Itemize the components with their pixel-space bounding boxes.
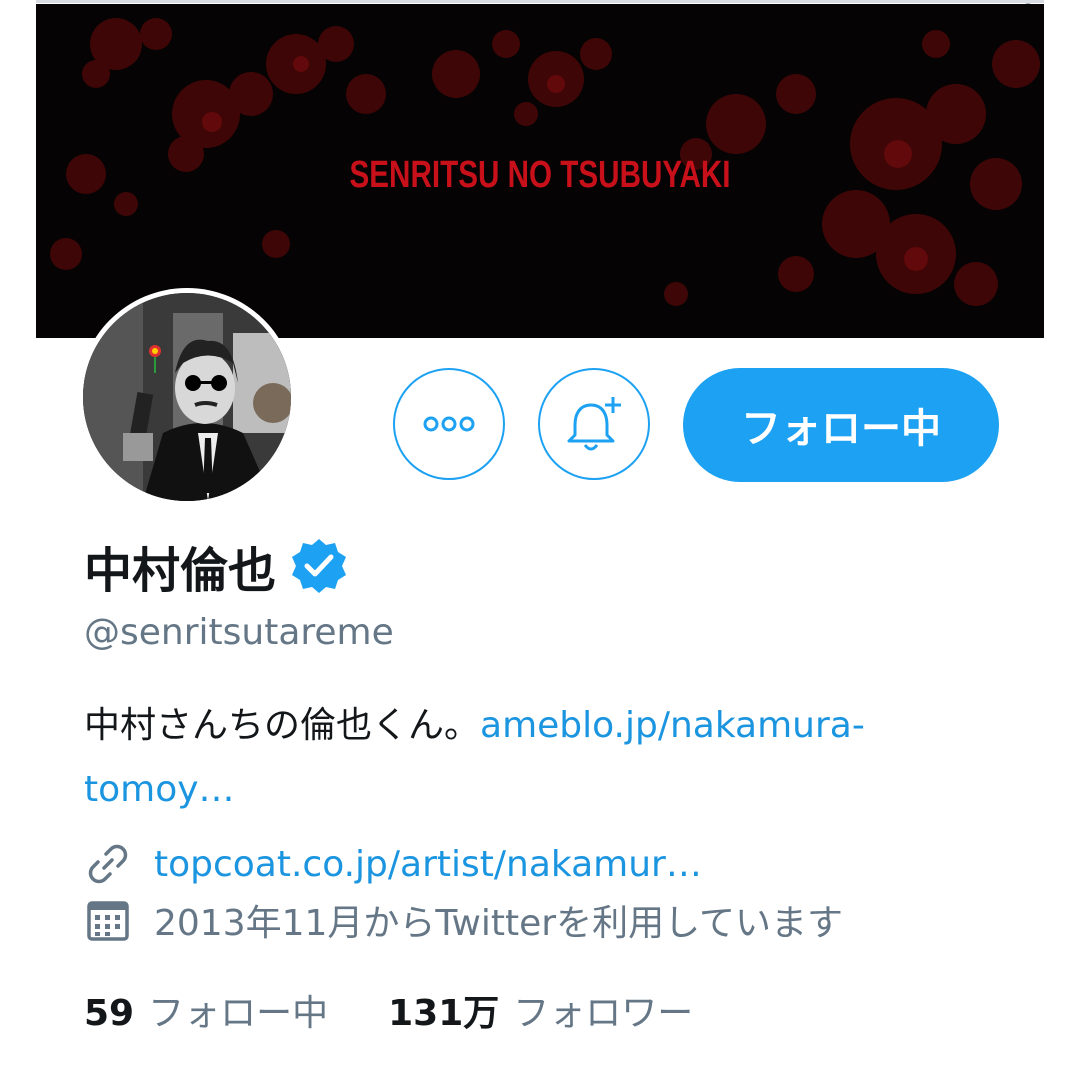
following-stat[interactable]: 59 フォロー中	[84, 984, 328, 1036]
profile-handle: @senritsutareme	[84, 612, 394, 653]
profile-bio: 中村さんちの倫也くん。ameblo.jp/nakamura- tomoy…	[84, 694, 1014, 822]
followers-count: 131万	[388, 993, 500, 1034]
joined-row: 2013年11月からTwitterを利用しています	[84, 894, 843, 946]
notifications-button[interactable]	[538, 368, 650, 480]
top-divider	[36, 0, 1044, 3]
link-icon	[88, 844, 128, 884]
verified-badge-icon	[292, 539, 347, 593]
banner-title: SENRITSU NO TSUBUYAKI	[349, 154, 731, 196]
profile-name: 中村倫也	[84, 543, 277, 599]
joined-date: 2013年11月からTwitterを利用しています	[154, 903, 844, 944]
website-link[interactable]: topcoat.co.jp/artist/nakamur…	[154, 844, 702, 885]
more-horizontal-icon	[423, 416, 475, 432]
calendar-icon	[87, 901, 129, 941]
bio-link[interactable]: ameblo.jp/nakamura-	[480, 705, 865, 746]
avatar[interactable]	[78, 288, 296, 506]
profile-name-row: 中村倫也	[84, 536, 350, 599]
bio-link-continued[interactable]: tomoy…	[84, 769, 235, 810]
follow-stats: 59 フォロー中 131万 フォロワー	[84, 984, 753, 1036]
bio-text: 中村さんちの倫也くん。	[84, 705, 481, 746]
following-label: フォロー中	[148, 993, 329, 1034]
following-button[interactable]: フォロー中	[683, 368, 999, 482]
followers-label: フォロワー	[513, 993, 694, 1034]
bell-plus-icon	[567, 397, 621, 451]
more-options-button[interactable]	[393, 368, 505, 480]
website-row: topcoat.co.jp/artist/nakamur…	[84, 840, 702, 888]
avatar-photo	[83, 293, 291, 501]
following-count: 59	[84, 993, 135, 1034]
followers-stat[interactable]: 131万 フォロワー	[388, 984, 693, 1036]
